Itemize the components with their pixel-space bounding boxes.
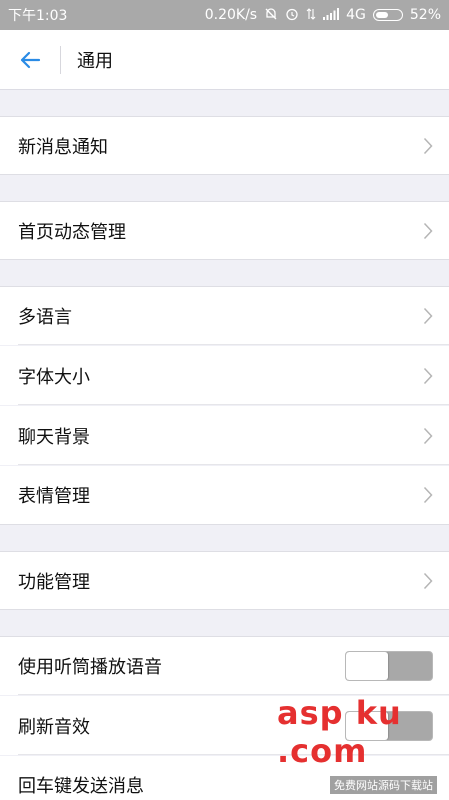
row-divider bbox=[18, 464, 449, 465]
setting-label: 聊天背景 bbox=[18, 426, 90, 448]
signal-icon bbox=[323, 7, 340, 23]
row-divider bbox=[18, 344, 449, 345]
data-arrows-icon bbox=[306, 7, 316, 24]
back-button[interactable] bbox=[0, 30, 60, 90]
setting-language[interactable]: 多语言 bbox=[0, 286, 449, 345]
setting-label: 回车键发送消息 bbox=[18, 776, 144, 797]
chevron-right-icon bbox=[423, 137, 433, 154]
setting-label: 使用听筒播放语音 bbox=[18, 657, 162, 678]
watermark-subtext: 免费网站源码下载站 bbox=[330, 776, 437, 794]
setting-font-size[interactable]: 字体大小 bbox=[0, 346, 449, 405]
chevron-right-icon bbox=[423, 367, 433, 384]
setting-homepage-feed-management[interactable]: 首页动态管理 bbox=[0, 201, 449, 260]
battery-level bbox=[375, 12, 388, 18]
setting-chat-background[interactable]: 聊天背景 bbox=[0, 406, 449, 465]
setting-new-message-notification[interactable]: 新消息通知 bbox=[0, 116, 449, 175]
setting-label: 字体大小 bbox=[18, 366, 90, 388]
chevron-right-icon bbox=[423, 222, 433, 239]
battery-percent: 52% bbox=[409, 7, 441, 23]
site-watermark: asp ku .com 免费网站源码下载站 bbox=[277, 694, 447, 798]
setting-earpiece-voice: 使用听筒播放语音 bbox=[0, 636, 449, 695]
setting-label: 多语言 bbox=[18, 307, 72, 328]
setting-label: 新消息通知 bbox=[18, 136, 108, 158]
alarm-icon bbox=[285, 7, 299, 24]
chevron-right-icon bbox=[423, 572, 433, 589]
network-type: 4G bbox=[346, 7, 366, 23]
setting-label: 刷新音效 bbox=[18, 716, 90, 738]
setting-label: 首页动态管理 bbox=[18, 221, 126, 243]
battery-icon bbox=[372, 9, 403, 21]
earpiece-voice-toggle[interactable] bbox=[345, 651, 433, 681]
back-arrow-icon bbox=[20, 51, 41, 68]
watermark-text: asp ku .com bbox=[277, 694, 402, 770]
setting-feature-management[interactable]: 功能管理 bbox=[0, 551, 449, 610]
setting-label: 功能管理 bbox=[18, 571, 90, 593]
mute-icon bbox=[264, 7, 278, 24]
status-bar: 下午1:03 0.20K/s 4G 52% bbox=[0, 0, 449, 30]
setting-label: 表情管理 bbox=[18, 486, 90, 507]
status-time: 下午1:03 bbox=[8, 8, 68, 24]
net-speed: 0.20K/s bbox=[204, 7, 258, 23]
page-title: 通用 bbox=[77, 50, 113, 72]
nav-divider bbox=[60, 45, 61, 74]
chevron-right-icon bbox=[423, 427, 433, 444]
chevron-right-icon bbox=[423, 486, 433, 504]
row-divider bbox=[18, 404, 449, 405]
setting-emoji-management[interactable]: 表情管理 bbox=[0, 466, 449, 525]
navigation-bar: 通用 bbox=[0, 30, 449, 90]
chevron-right-icon bbox=[423, 307, 433, 325]
status-right-group: 0.20K/s 4G 52% bbox=[205, 7, 441, 24]
toggle-knob bbox=[346, 652, 388, 680]
